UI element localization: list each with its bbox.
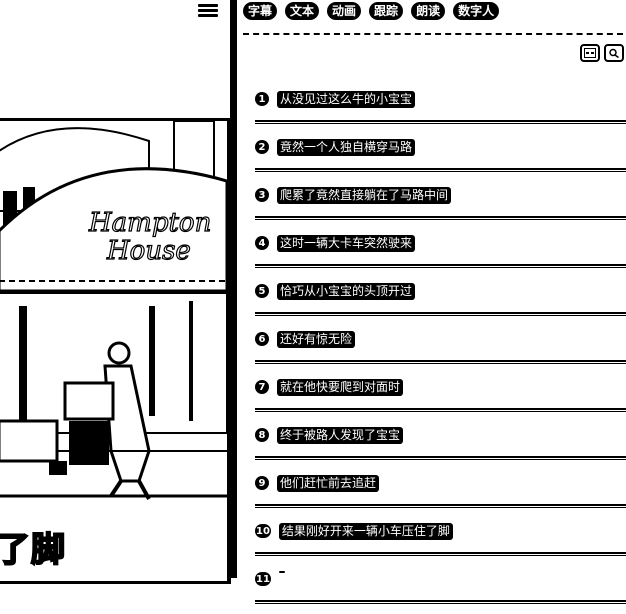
script-item[interactable]: 4 这时一辆大卡车突然驶来: [255, 230, 626, 278]
tab-animation[interactable]: 动画: [327, 2, 362, 20]
script-item[interactable]: 11: [255, 566, 626, 614]
tab-digital-human[interactable]: 数字人: [453, 2, 500, 20]
item-number: 6: [255, 332, 269, 346]
video-scene-image: Hampton House: [0, 121, 227, 500]
item-number: 8: [255, 428, 269, 442]
script-item[interactable]: 2 竟然一个人独自横穿马路: [255, 134, 626, 182]
item-text[interactable]: 这时一辆大卡车突然驶来: [277, 235, 416, 252]
caption-icon: [584, 48, 596, 58]
item-number: 2: [255, 140, 269, 154]
script-item[interactable]: 10 结果刚好开来一辆小车压住了脚: [255, 518, 626, 566]
script-item[interactable]: 9 他们赶忙前去追赶: [255, 470, 626, 518]
script-item[interactable]: 1 从没见过这么牛的小宝宝: [255, 86, 626, 134]
video-subtitle: 了脚: [0, 529, 66, 571]
editor-panel: 字幕 文本 动画 跟踪 朗读 数字人 1 从没见过这么牛的小宝宝 2 竟然一个人: [237, 0, 626, 604]
script-item[interactable]: 8 终于被路人发现了宝宝: [255, 422, 626, 470]
video-frame[interactable]: Hampton House: [0, 118, 231, 584]
item-text[interactable]: 竟然一个人独自横穿马路: [277, 139, 416, 156]
item-number: 7: [255, 380, 269, 394]
item-number: 4: [255, 236, 269, 250]
tab-underline: [243, 33, 623, 35]
item-text[interactable]: 终于被路人发现了宝宝: [277, 427, 404, 444]
tab-subtitles[interactable]: 字幕: [243, 2, 278, 20]
pane-divider[interactable]: [230, 0, 237, 578]
script-list: 1 从没见过这么牛的小宝宝 2 竟然一个人独自横穿马路 3 爬累了竟然直接躺在了…: [255, 86, 626, 614]
script-item[interactable]: 5 恰巧从小宝宝的头顶开过: [255, 278, 626, 326]
awning-text-line1: Hampton: [88, 208, 211, 238]
item-text[interactable]: 就在他快要爬到对面时: [277, 379, 404, 396]
menu-icon[interactable]: [198, 2, 218, 20]
item-text[interactable]: [278, 571, 285, 573]
search-icon: [609, 48, 619, 58]
item-number: 3: [255, 188, 269, 202]
script-item[interactable]: 3 爬累了竟然直接躺在了马路中间: [255, 182, 626, 230]
item-number: 10: [255, 524, 271, 538]
item-number: 11: [255, 572, 271, 586]
tab-text[interactable]: 文本: [285, 2, 320, 20]
toolbar: [580, 44, 624, 62]
search-replace-button[interactable]: [604, 44, 624, 62]
video-preview-pane: Hampton House 了脚: [0, 0, 231, 584]
editor-tabs: 字幕 文本 动画 跟踪 朗读 数字人: [243, 2, 500, 20]
awning-text-line2: House: [106, 236, 191, 266]
item-text[interactable]: 从没见过这么牛的小宝宝: [277, 91, 416, 108]
script-item[interactable]: 6 还好有惊无险: [255, 326, 626, 374]
script-item[interactable]: 7 就在他快要爬到对面时: [255, 374, 626, 422]
tab-read-aloud[interactable]: 朗读: [411, 2, 446, 20]
item-number: 9: [255, 476, 269, 490]
item-number: 1: [255, 92, 269, 106]
item-text[interactable]: 恰巧从小宝宝的头顶开过: [277, 283, 416, 300]
item-text[interactable]: 爬累了竟然直接躺在了马路中间: [277, 187, 452, 204]
tab-tracking[interactable]: 跟踪: [369, 2, 404, 20]
item-text[interactable]: 还好有惊无险: [277, 331, 356, 348]
item-text[interactable]: 他们赶忙前去追赶: [277, 475, 380, 492]
item-number: 5: [255, 284, 269, 298]
caption-edit-button[interactable]: [580, 44, 600, 62]
item-text[interactable]: 结果刚好开来一辆小车压住了脚: [278, 523, 453, 540]
